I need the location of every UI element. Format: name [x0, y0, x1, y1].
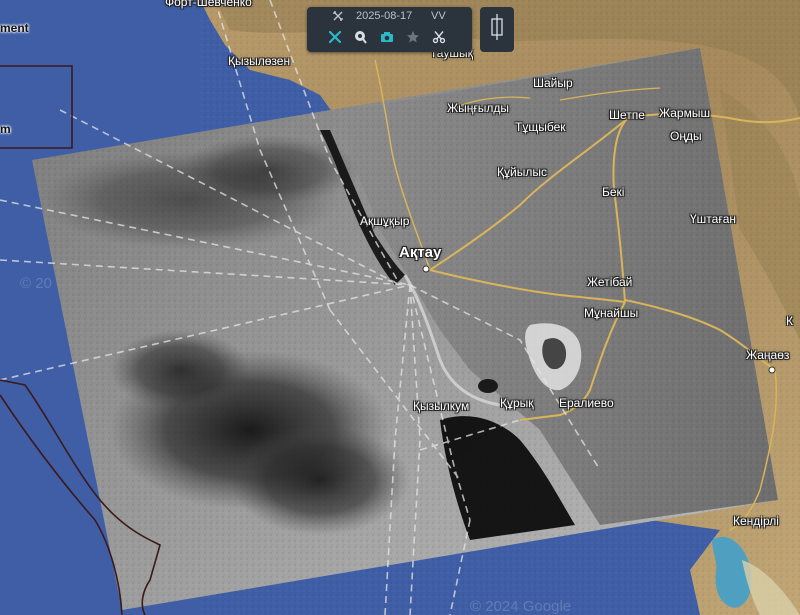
scene-polarization: VV [431, 10, 446, 22]
label-kuryk: Құрық [500, 396, 534, 410]
label-zhyngyldy: Жыңғылды [447, 101, 509, 115]
star-icon [406, 30, 420, 49]
label-ushtagan: Үштаған [690, 212, 737, 226]
compare-slider-icon [488, 13, 506, 46]
tools-icon [328, 30, 342, 49]
label-zhanaozen: Жаңаөз [746, 348, 790, 362]
map-canvas[interactable] [0, 0, 800, 615]
label-munaishy: Мұнайшы [584, 306, 639, 320]
scene-date: 2025-08-17 [356, 10, 413, 22]
close-icon[interactable] [331, 9, 345, 26]
label-shaiyr: Шайыр [533, 76, 573, 90]
map-pin-icon [354, 30, 368, 49]
label-aktau: Ақтау [399, 244, 442, 261]
label-beki: Бекі [602, 185, 625, 199]
label-akshukyr: Ақшұқыр [360, 214, 410, 228]
label-kyzyloozen: Қызылөзен [228, 54, 291, 68]
camera-icon [380, 30, 394, 49]
tools-button[interactable] [325, 29, 345, 49]
screenshot-button[interactable] [377, 29, 397, 49]
scene-toolbar: 2025-08-17 VV [307, 7, 472, 52]
label-kendirli: Кендірлі [733, 514, 779, 528]
toolbar-actions-row [307, 29, 472, 49]
label-shetpe: Шетпе [609, 108, 645, 122]
label-partial-k: К [786, 314, 793, 328]
scissors-icon [432, 30, 446, 49]
toolbar-info-row: 2025-08-17 VV [307, 10, 472, 26]
label-zharmysh: Жармыш [659, 106, 711, 120]
watermark-bottom: © 2024 Google [470, 598, 572, 615]
label-tushchybek: Тұщыбек [515, 120, 566, 134]
label-kyzylkum: Қызылкум [413, 399, 470, 413]
label-ondy: Оңды [670, 129, 702, 143]
label-zhetibai: Жетібай [587, 275, 633, 289]
clip-button[interactable] [429, 29, 449, 49]
pin-button[interactable] [351, 29, 371, 49]
label-kuiylys: Құйылыс [497, 165, 547, 179]
compare-slider-button[interactable] [480, 7, 514, 52]
watermark-left: © 20 [20, 275, 52, 292]
label-eraliyevo: Ералиево [559, 396, 614, 410]
label-partial-ment: ment [0, 21, 29, 35]
favorite-button[interactable] [403, 29, 423, 49]
label-fort-shevchenko: Форт-Шевченко [165, 0, 252, 9]
label-partial-m: m [0, 122, 11, 136]
